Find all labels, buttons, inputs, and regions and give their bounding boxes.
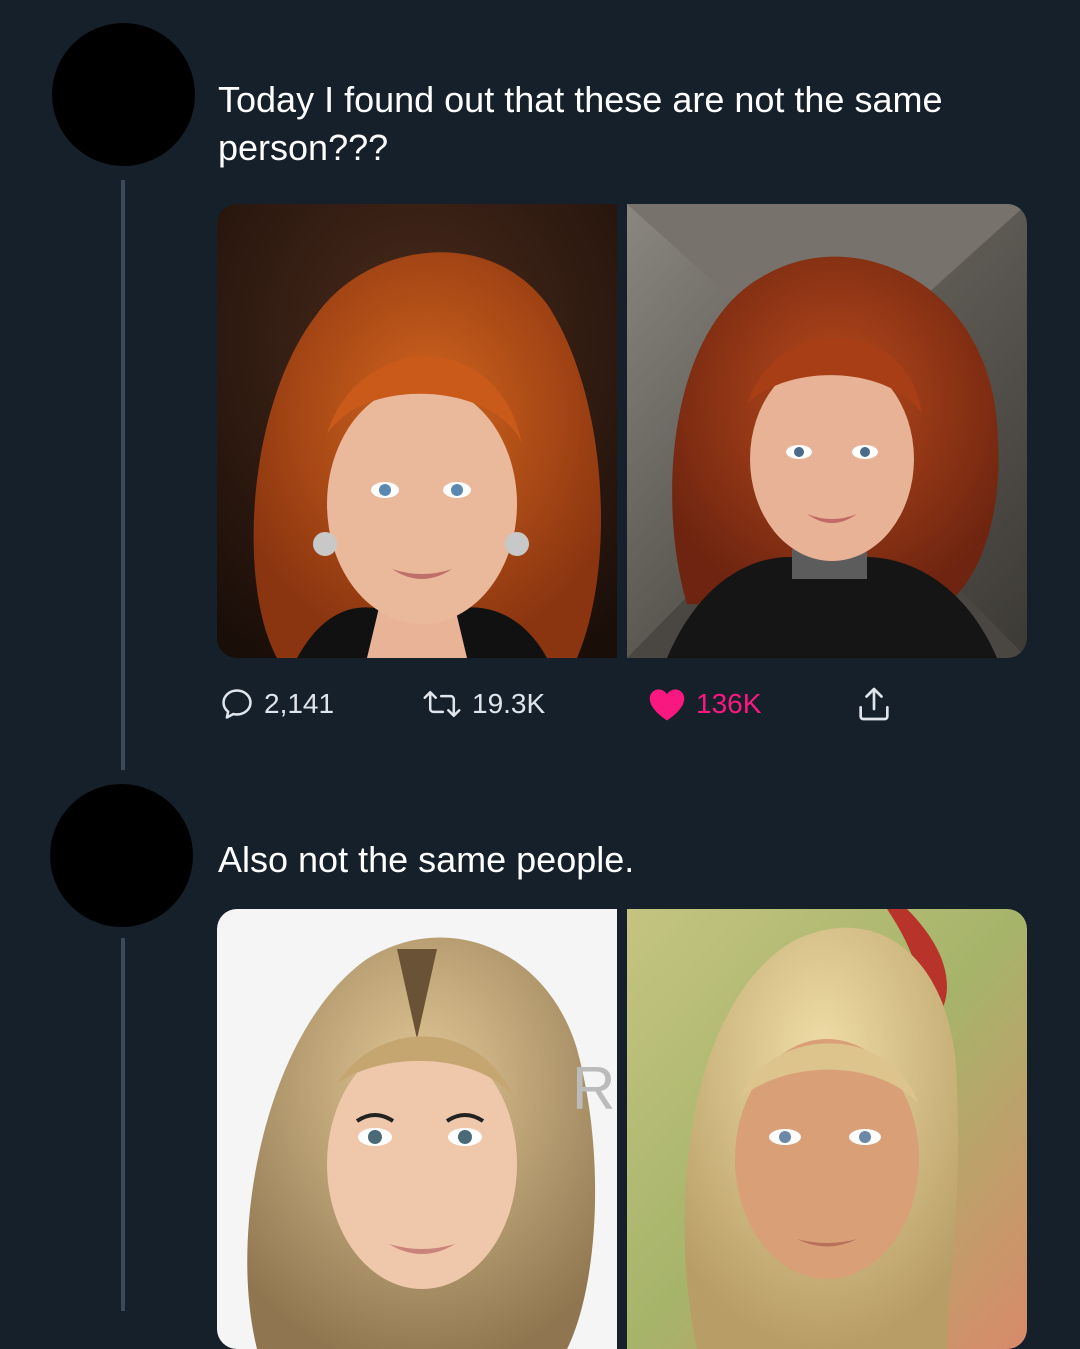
- reply-count: 2,141: [264, 688, 335, 719]
- heart-icon: [649, 689, 685, 721]
- tweet-media[interactable]: R: [217, 909, 1027, 1349]
- retweet-count: 19.3K: [472, 688, 546, 719]
- like-count: 136K: [696, 688, 762, 719]
- avatar[interactable]: [52, 23, 195, 166]
- thread-line: [121, 938, 125, 1311]
- blonde-woman-photo-left[interactable]: R: [217, 909, 617, 1349]
- reply-icon: [222, 689, 252, 719]
- share-icon: [859, 687, 889, 721]
- tweet-text: Today I found out that these are not the…: [218, 79, 943, 168]
- tweet-media[interactable]: [217, 204, 1027, 658]
- retweet-icon: [423, 690, 461, 718]
- svg-text:R: R: [572, 1055, 615, 1122]
- tweet-actions: 2,141 19.3K 136K: [218, 682, 918, 726]
- blonde-woman-photo-right[interactable]: [627, 909, 1027, 1349]
- share-button[interactable]: [854, 682, 894, 726]
- like-button[interactable]: 136K: [646, 682, 761, 726]
- redhead-woman-photo-left[interactable]: [217, 204, 617, 658]
- redhead-woman-photo-right[interactable]: [627, 204, 1027, 658]
- retweet-button[interactable]: 19.3K: [420, 682, 545, 726]
- photo-illustration: [627, 204, 1027, 658]
- thread-line: [121, 180, 125, 770]
- photo-illustration: [627, 909, 1027, 1349]
- tweet-text: Also not the same people.: [218, 839, 635, 880]
- photo-illustration: [217, 204, 617, 658]
- reply-button[interactable]: 2,141: [218, 682, 334, 726]
- avatar[interactable]: [50, 784, 193, 927]
- photo-illustration: R: [217, 909, 617, 1349]
